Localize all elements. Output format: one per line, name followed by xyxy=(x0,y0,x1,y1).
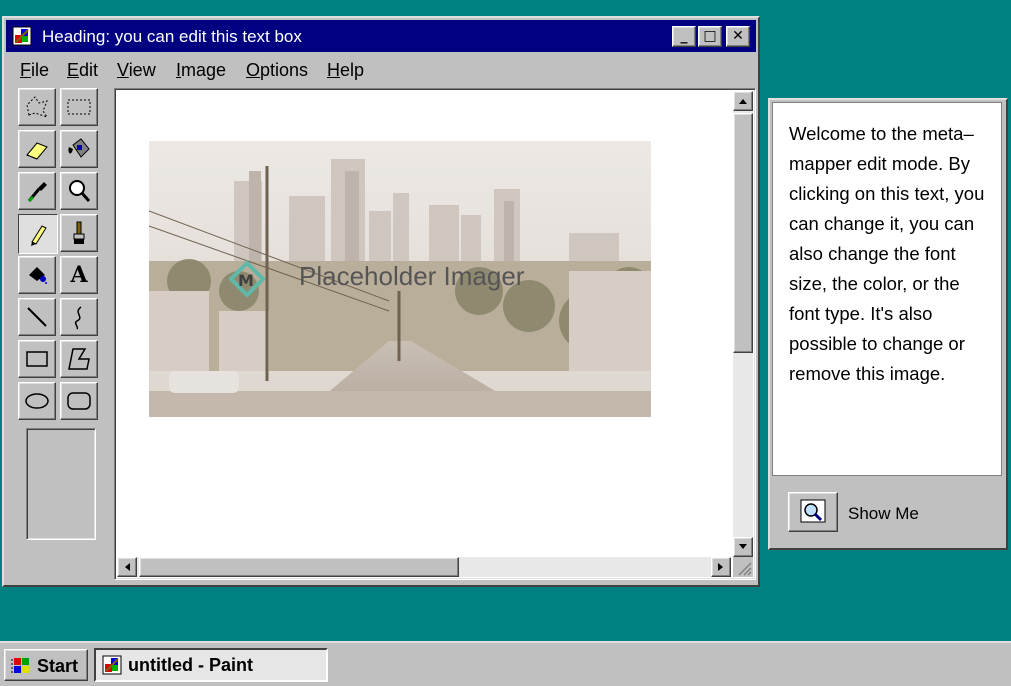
placeholder-image-label: Placeholder Imager xyxy=(299,261,525,291)
title-bar[interactable]: Heading: you can edit this text box _ □ … xyxy=(6,20,756,52)
tool-magnifier[interactable] xyxy=(60,172,98,210)
tool-brush[interactable] xyxy=(60,214,98,252)
tool-pencil[interactable] xyxy=(18,214,58,254)
menu-view[interactable]: View xyxy=(117,60,156,81)
tool-curve[interactable] xyxy=(60,298,98,336)
vertical-scrollbar[interactable] xyxy=(733,91,753,557)
resize-grip[interactable] xyxy=(733,557,753,577)
rounded-rectangle-icon xyxy=(67,392,91,410)
windows-logo-icon xyxy=(11,658,29,673)
paint-app-icon xyxy=(102,655,122,675)
close-button[interactable]: ✕ xyxy=(726,26,750,47)
placeholder-image[interactable]: M Placeholder Imager xyxy=(149,141,651,417)
start-button[interactable]: Start xyxy=(4,649,88,681)
canvas-area[interactable]: M Placeholder Imager xyxy=(114,88,756,580)
text-icon: A xyxy=(70,262,88,288)
tool-text[interactable]: A xyxy=(60,256,98,294)
taskbar: Start untitled - Paint xyxy=(0,641,1011,686)
help-panel: Welcome to the meta–mapper edit mode. By… xyxy=(768,98,1008,550)
arrow-left-icon xyxy=(125,563,130,571)
minimize-button[interactable]: _ xyxy=(672,26,696,47)
menu-help[interactable]: Help xyxy=(327,60,364,81)
tool-polygon[interactable] xyxy=(60,340,98,378)
drawing-canvas[interactable]: M Placeholder Imager xyxy=(119,93,731,557)
tool-pick-color[interactable] xyxy=(18,172,56,210)
svg-text:M: M xyxy=(238,271,254,290)
help-text-box[interactable]: Welcome to the meta–mapper edit mode. By… xyxy=(772,102,1002,476)
tool-select[interactable] xyxy=(60,88,98,126)
tool-options-box[interactable] xyxy=(26,428,96,540)
resize-grip-icon xyxy=(738,562,752,576)
show-me-label: Show Me xyxy=(848,504,919,523)
help-text[interactable]: Welcome to the meta–mapper edit mode. By… xyxy=(789,119,989,389)
window-title: Heading: you can edit this text box xyxy=(42,27,302,46)
horizontal-scroll-thumb[interactable] xyxy=(139,557,459,577)
scroll-right-button[interactable] xyxy=(711,557,731,577)
arrow-up-icon xyxy=(739,99,747,104)
polygon-icon xyxy=(68,348,90,370)
horizontal-scrollbar[interactable] xyxy=(117,557,731,577)
menu-file[interactable]: File xyxy=(20,60,49,81)
rectangle-icon xyxy=(26,351,48,367)
city-skyline-image: M Placeholder Imager xyxy=(149,141,651,417)
scroll-left-button[interactable] xyxy=(117,557,137,577)
taskbar-item-label: untitled - Paint xyxy=(128,655,253,675)
line-icon xyxy=(27,307,47,327)
tool-ellipse[interactable] xyxy=(18,382,56,420)
brush-icon xyxy=(73,221,85,244)
maximize-button[interactable]: □ xyxy=(698,26,722,47)
show-me-icon xyxy=(800,499,826,523)
tool-rounded-rectangle[interactable] xyxy=(60,382,98,420)
airbrush-icon xyxy=(29,267,47,284)
rect-select-icon xyxy=(67,99,91,115)
scroll-down-button[interactable] xyxy=(733,537,753,557)
arrow-down-icon xyxy=(739,544,747,549)
scroll-up-button[interactable] xyxy=(733,91,753,111)
free-form-select-icon xyxy=(26,96,49,118)
taskbar-item-paint[interactable]: untitled - Paint xyxy=(94,648,328,682)
menu-options[interactable]: Options xyxy=(246,60,308,81)
fill-bucket-icon xyxy=(68,138,90,158)
magnifier-icon xyxy=(69,180,91,202)
menu-bar: File Edit View Image Options Help xyxy=(6,56,756,84)
tool-eraser[interactable] xyxy=(18,130,56,168)
arrow-right-icon xyxy=(718,563,723,571)
vertical-scroll-thumb[interactable] xyxy=(733,113,753,353)
ellipse-icon xyxy=(25,393,49,409)
tool-fill[interactable] xyxy=(60,130,98,168)
paint-app-icon xyxy=(12,26,32,46)
eraser-icon xyxy=(26,142,48,160)
paint-window: Heading: you can edit this text box _ □ … xyxy=(2,16,760,587)
tool-line[interactable] xyxy=(18,298,56,336)
show-me-button[interactable] xyxy=(788,492,838,532)
tool-airbrush[interactable] xyxy=(18,256,56,294)
curve-icon xyxy=(74,306,82,330)
eyedropper-icon xyxy=(27,182,47,203)
tool-rectangle[interactable] xyxy=(18,340,56,378)
start-label: Start xyxy=(37,656,79,676)
pencil-icon xyxy=(31,225,47,246)
tool-free-form-select[interactable] xyxy=(18,88,56,126)
menu-edit[interactable]: Edit xyxy=(67,60,98,81)
menu-image[interactable]: Image xyxy=(176,60,226,81)
